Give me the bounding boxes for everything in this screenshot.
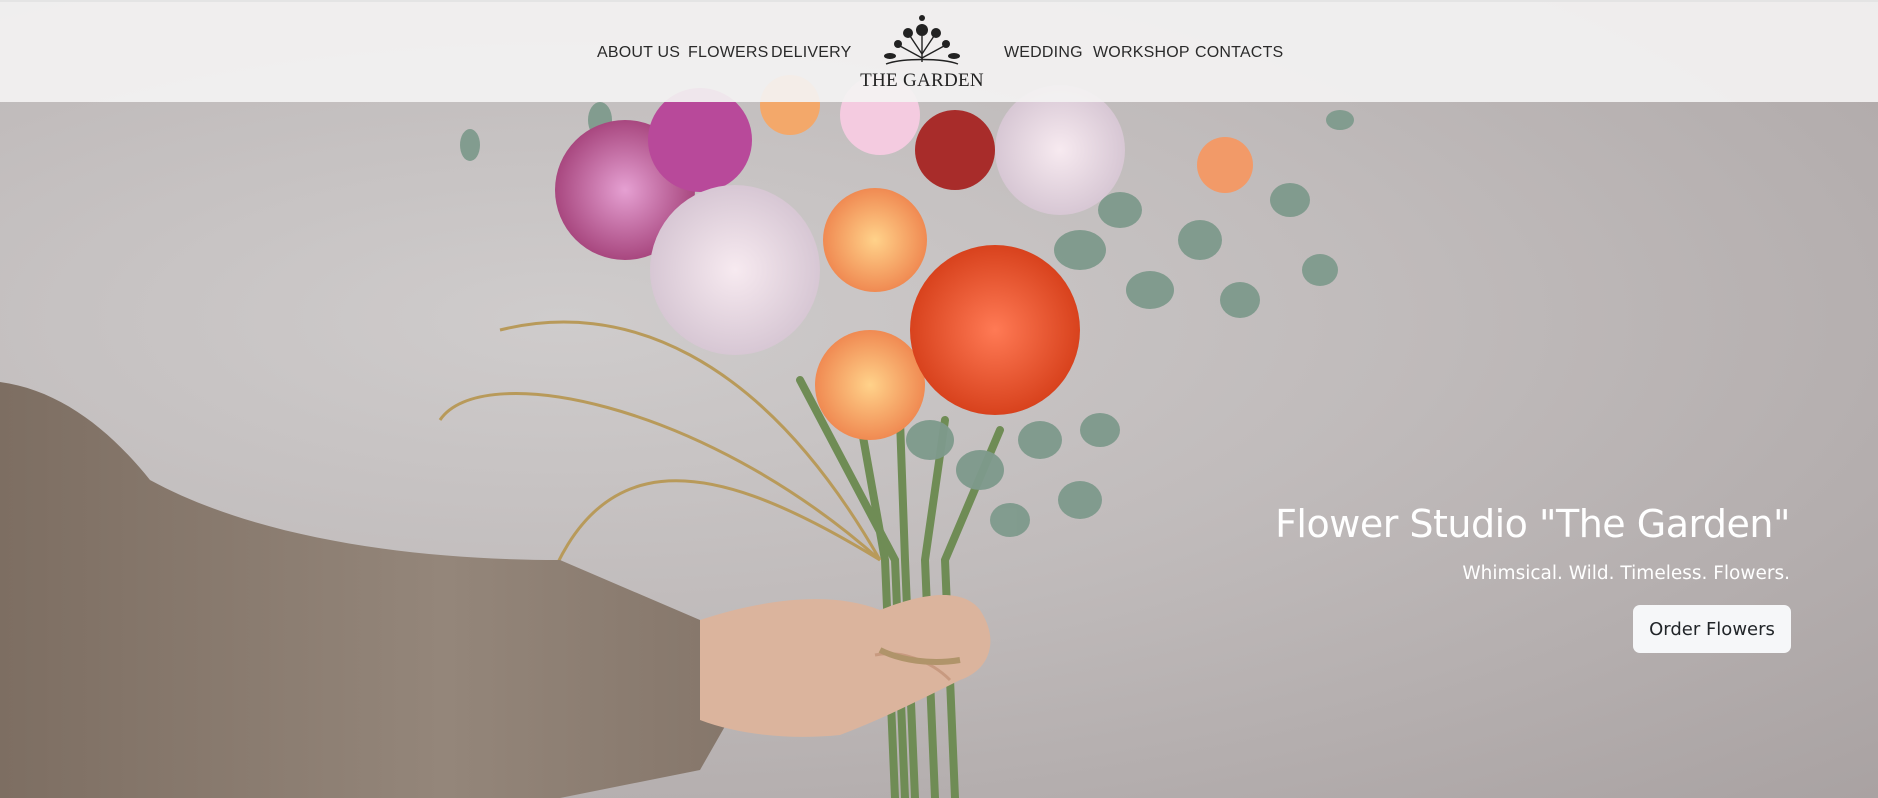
hero-section [0, 0, 1878, 798]
brand-name: THE GARDEN [860, 70, 984, 91]
nav-link-workshop[interactable]: WORKSHOP [1093, 44, 1190, 62]
hero-subtitle: Whimsical. Wild. Timeless. Flowers. [1462, 563, 1790, 584]
floral-bouquet-logo-icon [884, 15, 960, 65]
nav-link-contacts[interactable]: CONTACTS [1195, 44, 1283, 62]
nav-link-wedding[interactable]: WEDDING [1004, 44, 1083, 62]
nav-link-delivery[interactable]: DELIVERY [771, 44, 851, 62]
hero-title: Flower Studio "The Garden" [1275, 502, 1790, 546]
nav-link-flowers[interactable]: FLOWERS [688, 44, 769, 62]
brand-logo-link[interactable]: THE GARDEN [855, 12, 989, 92]
order-flowers-button[interactable]: Order Flowers [1633, 605, 1791, 653]
bouquet-photo [0, 75, 1354, 798]
top-navbar: ABOUT US FLOWERS DELIVERY THE GARDEN WED… [0, 0, 1878, 102]
nav-link-about-us[interactable]: ABOUT US [597, 44, 680, 62]
